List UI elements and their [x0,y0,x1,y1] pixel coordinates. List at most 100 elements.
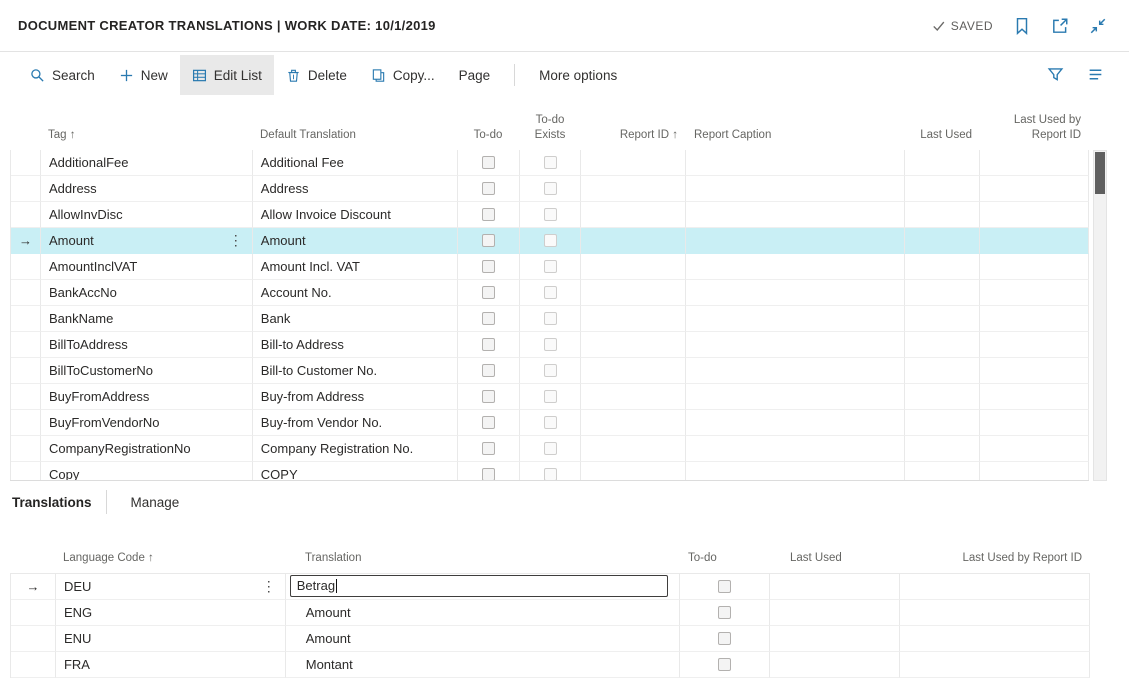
cell-translation[interactable]: Amount [286,626,681,652]
column-header-report-id[interactable]: Report ID ↑ [581,96,686,150]
cell-report-caption[interactable] [686,306,905,332]
choose-columns-icon[interactable] [1087,66,1105,84]
todo-checkbox[interactable] [482,364,495,377]
column-header-translation[interactable]: Translation [285,523,680,573]
column-header-tag[interactable]: Tag ↑ [40,96,252,150]
cell-report-caption[interactable] [686,202,905,228]
cell-tag[interactable]: Copy [41,462,253,481]
cell-last-used[interactable] [770,600,900,626]
cell-language-code[interactable]: ENG [56,600,286,626]
column-header-default-translation[interactable]: Default Translation [252,96,457,150]
cell-report-id[interactable] [581,436,686,462]
column-header-last-used-by-report-id[interactable]: Last Used by Report ID [980,96,1089,150]
cell-tag[interactable]: BuyFromVendorNo [41,410,253,436]
cell-tag[interactable]: BankName [41,306,253,332]
todo-checkbox[interactable] [718,580,731,593]
cell-last-used[interactable] [905,202,980,228]
cell-last-used-by-report-id[interactable] [980,462,1089,481]
column-header-todo-exists[interactable]: To-do Exists [519,96,581,150]
column-header-todo[interactable]: To-do [457,96,519,150]
cell-last-used-by-report-id[interactable] [900,652,1090,678]
table-row[interactable]: AllowInvDiscAllow Invoice Discount [10,202,1089,228]
cell-last-used-by-report-id[interactable] [980,436,1089,462]
table-row[interactable]: BillToCustomerNoBill-to Customer No. [10,358,1089,384]
cell-report-id[interactable] [581,462,686,481]
more-options-button[interactable]: More options [527,55,629,95]
cell-translation[interactable]: Montant [286,652,681,678]
todo-checkbox[interactable] [482,442,495,455]
translation-row[interactable]: ENUAmount [10,626,1090,652]
cell-report-id[interactable] [581,332,686,358]
cell-default-translation[interactable]: Additional Fee [253,150,458,176]
cell-report-caption[interactable] [686,462,905,481]
cell-report-id[interactable] [581,358,686,384]
table-row[interactable]: BankNameBank [10,306,1089,332]
search-button[interactable]: Search [18,55,107,95]
cell-last-used[interactable] [770,626,900,652]
bookmark-icon[interactable] [1013,17,1031,35]
todo-checkbox[interactable] [482,390,495,403]
todo-checkbox[interactable] [718,606,731,619]
translation-row[interactable]: ENGAmount [10,600,1090,626]
todo-checkbox[interactable] [482,312,495,325]
cell-last-used-by-report-id[interactable] [980,410,1089,436]
todo-checkbox[interactable] [482,234,495,247]
open-in-window-icon[interactable] [1051,17,1069,35]
cell-last-used-by-report-id[interactable] [980,202,1089,228]
cell-last-used-by-report-id[interactable] [980,384,1089,410]
table-row[interactable]: BuyFromAddressBuy-from Address [10,384,1089,410]
cell-default-translation[interactable]: Buy-from Vendor No. [253,410,458,436]
cell-report-caption[interactable] [686,332,905,358]
column-header-report-caption[interactable]: Report Caption [686,96,905,150]
todo-checkbox[interactable] [482,208,495,221]
table-row[interactable]: AdditionalFeeAdditional Fee [10,150,1089,176]
translation-row[interactable]: FRAMontant [10,652,1090,678]
todo-checkbox[interactable] [482,156,495,169]
cell-tag[interactable]: Amount⋮ [41,228,253,254]
todo-checkbox[interactable] [718,632,731,645]
row-menu-button[interactable]: ⋮ [261,574,277,599]
edit-list-button[interactable]: Edit List [180,55,274,95]
page-menu-button[interactable]: Page [447,55,503,95]
table-row[interactable]: AmountInclVATAmount Incl. VAT [10,254,1089,280]
cell-last-used[interactable] [905,306,980,332]
todo-checkbox[interactable] [482,286,495,299]
cell-report-caption[interactable] [686,436,905,462]
cell-default-translation[interactable]: Allow Invoice Discount [253,202,458,228]
cell-last-used-by-report-id[interactable] [980,176,1089,202]
cell-last-used-by-report-id[interactable] [900,574,1090,600]
cell-tag[interactable]: AllowInvDisc [41,202,253,228]
cell-report-caption[interactable] [686,150,905,176]
cell-tag[interactable]: AmountInclVAT [41,254,253,280]
scrollbar-thumb[interactable] [1095,152,1105,194]
translation-input[interactable]: Betrag [290,575,668,597]
table-row[interactable]: BankAccNoAccount No. [10,280,1089,306]
column-header-last-used[interactable]: Last Used [770,523,900,573]
cell-tag[interactable]: BillToCustomerNo [41,358,253,384]
cell-default-translation[interactable]: Bill-to Address [253,332,458,358]
todo-checkbox[interactable] [482,416,495,429]
cell-translation[interactable]: Betrag [286,574,681,600]
table-row[interactable]: BillToAddressBill-to Address [10,332,1089,358]
cell-tag[interactable]: AdditionalFee [41,150,253,176]
column-header-language-code[interactable]: Language Code ↑ [55,523,285,573]
cell-tag[interactable]: BuyFromAddress [41,384,253,410]
cell-last-used[interactable] [770,574,900,600]
cell-default-translation[interactable]: Bill-to Customer No. [253,358,458,384]
cell-report-id[interactable] [581,306,686,332]
cell-last-used-by-report-id[interactable] [980,306,1089,332]
todo-checkbox[interactable] [482,468,495,481]
column-header-last-used-by-report-id[interactable]: Last Used by Report ID [900,523,1090,573]
cell-report-id[interactable] [581,280,686,306]
cell-default-translation[interactable]: Bank [253,306,458,332]
cell-report-id[interactable] [581,410,686,436]
cell-report-caption[interactable] [686,410,905,436]
row-menu-button[interactable]: ⋮ [228,228,244,253]
cell-last-used[interactable] [905,436,980,462]
collapse-icon[interactable] [1089,17,1107,35]
cell-last-used[interactable] [905,358,980,384]
cell-report-caption[interactable] [686,254,905,280]
cell-last-used-by-report-id[interactable] [980,280,1089,306]
cell-last-used[interactable] [905,150,980,176]
cell-language-code[interactable]: FRA [56,652,286,678]
